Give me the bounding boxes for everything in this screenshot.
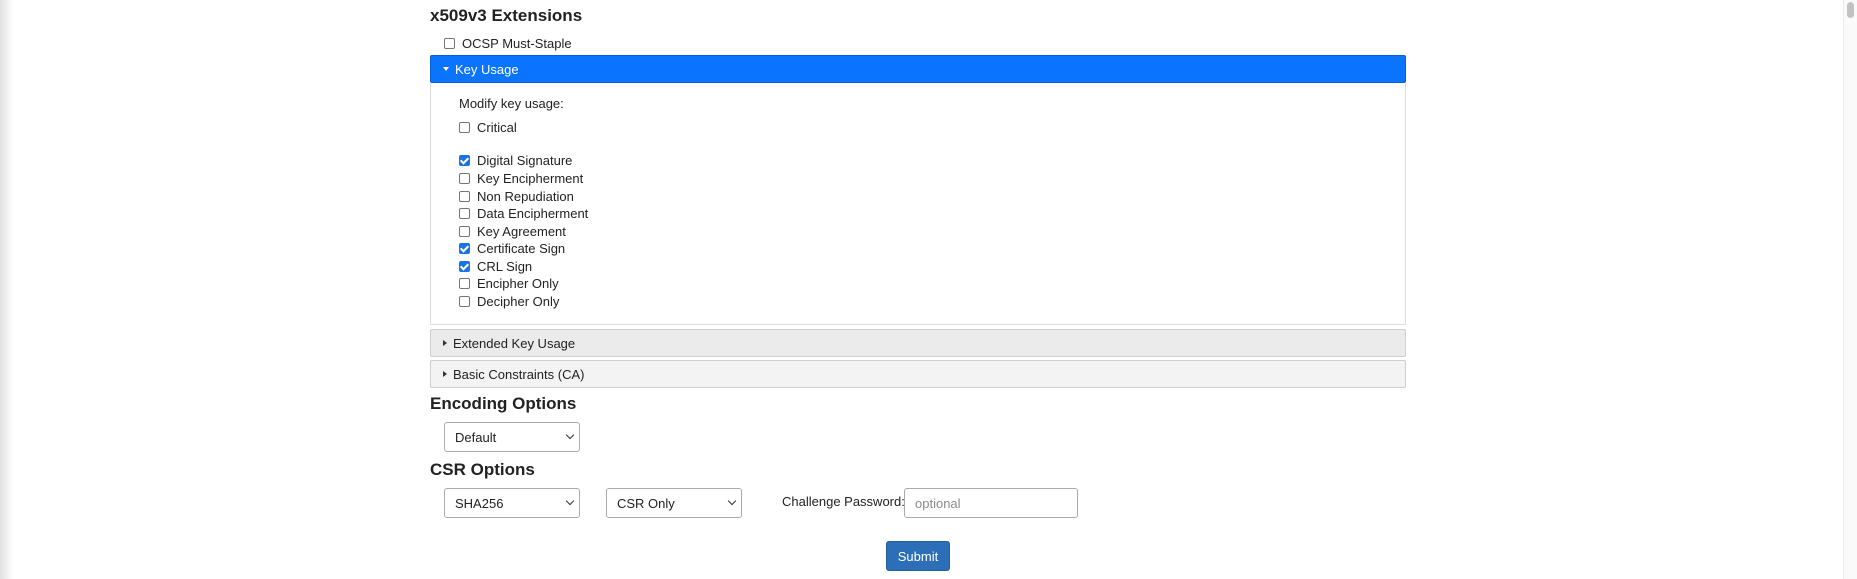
extended-key-usage-panel-header[interactable]: Extended Key Usage: [430, 329, 1406, 357]
key-usage-panel-header[interactable]: Key Usage: [430, 55, 1406, 83]
encipher-only-label: Encipher Only: [477, 276, 559, 291]
ocsp-must-staple-checkbox[interactable]: [444, 38, 455, 49]
ocsp-must-staple-label: OCSP Must-Staple: [462, 36, 572, 51]
key-encipherment-label: Key Encipherment: [477, 171, 584, 186]
non-repudiation-checkbox[interactable]: [459, 191, 470, 202]
certificate-sign-label: Certificate Sign: [477, 241, 566, 256]
basic-constraints-panel-header[interactable]: Basic Constraints (CA): [430, 360, 1406, 388]
key-usage-item-key-encipherment[interactable]: Key Encipherment: [459, 170, 583, 187]
submit-button[interactable]: Submit: [886, 541, 950, 571]
key-encipherment-checkbox[interactable]: [459, 173, 470, 184]
certificate-sign-checkbox[interactable]: [459, 243, 470, 254]
key-usage-item-certificate-sign[interactable]: Certificate Sign: [459, 240, 565, 257]
csr-type-select-value: CSR Only: [617, 495, 675, 511]
chevron-down-icon: [727, 496, 737, 506]
crl-sign-label: CRL Sign: [477, 259, 533, 274]
data-encipherment-checkbox[interactable]: [459, 208, 470, 219]
digital-signature-label: Digital Signature: [477, 153, 573, 168]
hash-algorithm-select-value: SHA256: [455, 495, 504, 511]
key-agreement-label: Key Agreement: [477, 224, 566, 239]
challenge-password-label: Challenge Password:: [782, 494, 905, 509]
key-usage-item-encipher-only[interactable]: Encipher Only: [459, 275, 559, 292]
caret-right-icon: [443, 371, 447, 377]
key-usage-item-key-agreement[interactable]: Key Agreement: [459, 223, 566, 240]
key-usage-panel-body: Modify key usage: Critical Digital Signa…: [430, 83, 1406, 325]
key-usage-item-decipher-only[interactable]: Decipher Only: [459, 293, 559, 310]
key-usage-header-label: Key Usage: [455, 61, 519, 77]
basic-constraints-header-label: Basic Constraints (CA): [453, 366, 585, 382]
ocsp-must-staple-row[interactable]: OCSP Must-Staple: [444, 36, 572, 51]
vertical-scrollbar[interactable]: [1843, 0, 1857, 579]
encoding-select-value: Default: [455, 429, 497, 445]
extended-key-usage-header-label: Extended Key Usage: [453, 335, 576, 351]
chevron-down-icon: [565, 430, 575, 440]
key-usage-critical-label: Critical: [477, 120, 517, 135]
decipher-only-checkbox[interactable]: [459, 296, 470, 307]
csr-options-heading: CSR Options: [430, 460, 535, 479]
challenge-password-input[interactable]: [904, 488, 1078, 518]
x509-extensions-heading: x509v3 Extensions: [430, 6, 583, 25]
data-encipherment-label: Data Encipherment: [477, 206, 589, 221]
csr-type-select[interactable]: CSR Only: [606, 488, 742, 518]
caret-down-icon: [443, 67, 449, 71]
key-usage-item-data-encipherment[interactable]: Data Encipherment: [459, 205, 588, 222]
decipher-only-label: Decipher Only: [477, 294, 560, 309]
page-left-shadow: [0, 0, 14, 579]
key-usage-critical-row[interactable]: Critical: [459, 119, 517, 136]
digital-signature-checkbox[interactable]: [459, 155, 470, 166]
encoding-select[interactable]: Default: [444, 422, 580, 452]
key-usage-item-non-repudiation[interactable]: Non Repudiation: [459, 188, 574, 205]
key-agreement-checkbox[interactable]: [459, 226, 470, 237]
scrollbar-thumb[interactable]: [1847, 2, 1854, 18]
modify-key-usage-label: Modify key usage:: [459, 96, 564, 111]
key-usage-critical-checkbox[interactable]: [459, 122, 470, 133]
key-usage-item-digital-signature[interactable]: Digital Signature: [459, 152, 572, 169]
chevron-down-icon: [565, 496, 575, 506]
hash-algorithm-select[interactable]: SHA256: [444, 488, 580, 518]
encoding-options-heading: Encoding Options: [430, 394, 577, 413]
crl-sign-checkbox[interactable]: [459, 261, 470, 272]
caret-right-icon: [443, 340, 447, 346]
key-usage-item-crl-sign[interactable]: CRL Sign: [459, 258, 532, 275]
encipher-only-checkbox[interactable]: [459, 278, 470, 289]
non-repudiation-label: Non Repudiation: [477, 189, 574, 204]
